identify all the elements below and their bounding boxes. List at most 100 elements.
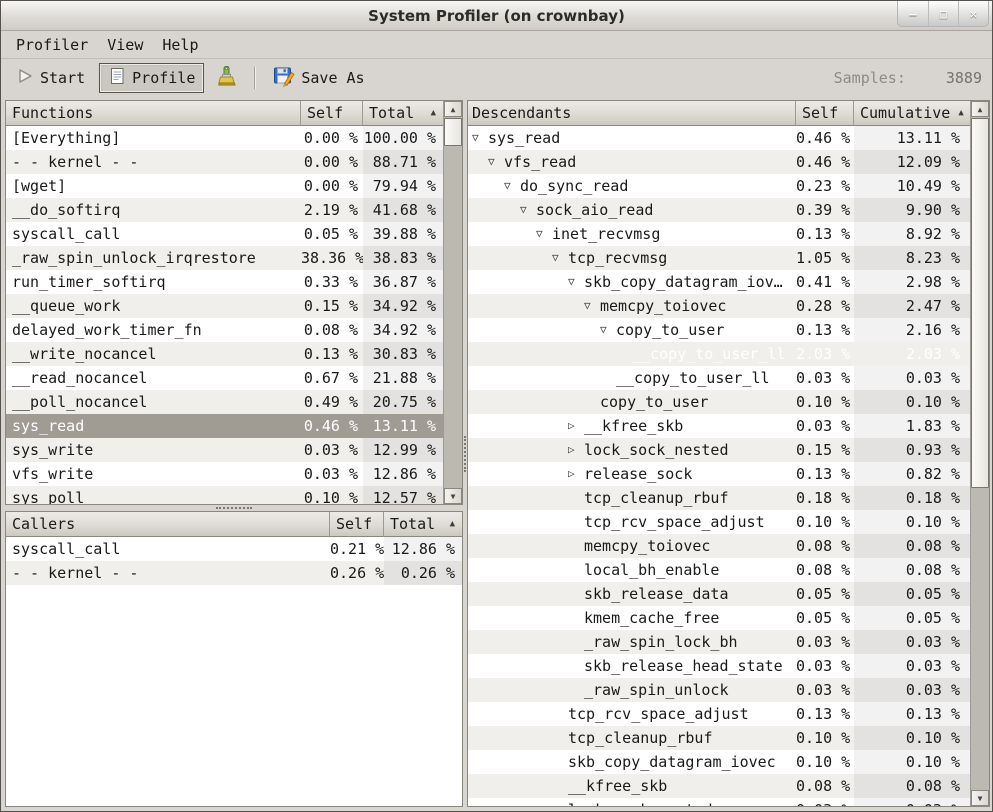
- close-button[interactable]: ✕: [958, 1, 988, 26]
- descendants-column-header[interactable]: Descendants: [468, 101, 796, 126]
- descendant-row[interactable]: tcp_cleanup_rbuf 0.18 % 0.18 %: [468, 486, 970, 510]
- functions-scrollbar[interactable]: ▲ ▼: [443, 101, 462, 504]
- descendant-row[interactable]: lock_sock_nested 0.03 % 0.03 %: [468, 798, 970, 806]
- descendant-name-cell: kmem_cache_free: [468, 606, 796, 630]
- descendant-row[interactable]: sys_read 0.46 % 13.11 %: [468, 126, 970, 150]
- descendant-name: do_sync_read: [520, 174, 628, 198]
- callers-total-column-header[interactable]: Total ▲: [384, 512, 462, 537]
- function-row[interactable]: __queue_work 0.15 % 34.92 %: [6, 294, 443, 318]
- expander-icon[interactable]: [504, 174, 520, 198]
- descendant-row[interactable]: copy_to_user 0.10 % 0.10 %: [468, 390, 970, 414]
- expander-icon[interactable]: [472, 126, 488, 150]
- descendant-row[interactable]: tcp_recvmsg 1.05 % 8.23 %: [468, 246, 970, 270]
- function-row[interactable]: sys_read 0.46 % 13.11 %: [6, 414, 443, 438]
- function-self-value: 0.46 %: [301, 414, 363, 438]
- descendants-scrollbar[interactable]: ▲ ▼: [970, 101, 989, 806]
- reset-button[interactable]: [208, 63, 244, 93]
- function-row[interactable]: vfs_write 0.03 % 12.86 %: [6, 462, 443, 486]
- function-row[interactable]: sys_write 0.03 % 12.99 %: [6, 438, 443, 462]
- expander-icon[interactable]: [568, 270, 584, 294]
- descendant-name: skb_copy_datagram_iov…: [584, 270, 783, 294]
- expander-icon[interactable]: [584, 294, 600, 318]
- descendants-self-column-header[interactable]: Self: [796, 101, 854, 126]
- functions-scrollbar-thumb[interactable]: [444, 118, 462, 146]
- vertical-splitter[interactable]: [463, 100, 467, 807]
- descendant-row[interactable]: skb_release_data 0.05 % 0.05 %: [468, 582, 970, 606]
- descendant-row[interactable]: vfs_read 0.46 % 12.09 %: [468, 150, 970, 174]
- functions-total-column-header[interactable]: Total ▲: [363, 101, 443, 126]
- descendant-row[interactable]: _raw_spin_lock_bh 0.03 % 0.03 %: [468, 630, 970, 654]
- menu-view[interactable]: View: [100, 33, 150, 57]
- menu-profiler[interactable]: Profiler: [9, 33, 95, 57]
- descendant-row[interactable]: skb_copy_datagram_iov… 0.41 % 2.98 %: [468, 270, 970, 294]
- descendant-row[interactable]: memcpy_toiovec 0.08 % 0.08 %: [468, 534, 970, 558]
- descendant-row[interactable]: skb_release_head_state 0.03 % 0.03 %: [468, 654, 970, 678]
- functions-column-header[interactable]: Functions: [6, 101, 301, 126]
- descendant-row[interactable]: do_sync_read 0.23 % 10.49 %: [468, 174, 970, 198]
- function-row[interactable]: syscall_call 0.05 % 39.88 %: [6, 222, 443, 246]
- descendant-row[interactable]: __copy_to_user_ll 0.03 % 0.03 %: [468, 366, 970, 390]
- menubar: Profiler View Help: [1, 31, 992, 59]
- save-as-button[interactable]: Save As: [264, 63, 373, 93]
- expander-icon[interactable]: [520, 198, 536, 222]
- scroll-up-icon[interactable]: ▲: [971, 101, 989, 117]
- descendants-scrollbar-thumb[interactable]: [971, 118, 989, 488]
- callers-self-column-header[interactable]: Self: [330, 512, 384, 537]
- function-row[interactable]: run_timer_softirq 0.33 % 36.87 %: [6, 270, 443, 294]
- function-row[interactable]: [Everything] 0.00 % 100.00 %: [6, 126, 443, 150]
- descendant-row[interactable]: lock_sock_nested 0.15 % 0.93 %: [468, 438, 970, 462]
- descendant-row[interactable]: skb_copy_datagram_iovec 0.10 % 0.10 %: [468, 750, 970, 774]
- function-row[interactable]: __read_nocancel 0.67 % 21.88 %: [6, 366, 443, 390]
- scroll-down-icon[interactable]: ▼: [444, 488, 462, 504]
- maximize-button[interactable]: □: [928, 1, 958, 26]
- descendant-row[interactable]: __kfree_skb 0.08 % 0.08 %: [468, 774, 970, 798]
- expander-icon[interactable]: [536, 222, 552, 246]
- descendant-row[interactable]: _raw_spin_unlock 0.03 % 0.03 %: [468, 678, 970, 702]
- descendant-row[interactable]: kmem_cache_free 0.05 % 0.05 %: [468, 606, 970, 630]
- close-icon: ✕: [970, 7, 977, 21]
- descendant-row[interactable]: __copy_to_user_ll 2.03 % 2.03 %: [468, 342, 970, 366]
- function-row[interactable]: sys_poll 0.10 % 12.57 %: [6, 486, 443, 504]
- scroll-up-icon[interactable]: ▲: [444, 101, 462, 117]
- caller-row[interactable]: syscall_call 0.21 % 12.86 %: [6, 537, 462, 561]
- start-button[interactable]: Start: [7, 63, 94, 93]
- scroll-down-icon[interactable]: ▼: [971, 790, 989, 806]
- expander-icon[interactable]: [568, 438, 584, 462]
- titlebar[interactable]: System Profiler (on crownbay) – □ ✕: [1, 1, 992, 31]
- expander-icon[interactable]: [600, 318, 616, 342]
- descendant-row[interactable]: memcpy_toiovec 0.28 % 2.47 %: [468, 294, 970, 318]
- function-row[interactable]: __poll_nocancel 0.49 % 20.75 %: [6, 390, 443, 414]
- descendant-row[interactable]: __kfree_skb 0.03 % 1.83 %: [468, 414, 970, 438]
- function-row[interactable]: delayed_work_timer_fn 0.08 % 34.92 %: [6, 318, 443, 342]
- function-row[interactable]: - - kernel - - 0.00 % 88.71 %: [6, 150, 443, 174]
- descendant-row[interactable]: sock_aio_read 0.39 % 9.90 %: [468, 198, 970, 222]
- function-row[interactable]: [wget] 0.00 % 79.94 %: [6, 174, 443, 198]
- function-row[interactable]: __write_nocancel 0.13 % 30.83 %: [6, 342, 443, 366]
- callers-column-header[interactable]: Callers: [6, 512, 330, 537]
- function-row[interactable]: _raw_spin_unlock_irqrestore 38.36 % 38.8…: [6, 246, 443, 270]
- function-total-value: 41.68 %: [363, 198, 443, 222]
- caller-row[interactable]: - - kernel - - 0.26 % 0.26 %: [6, 561, 462, 585]
- minimize-button[interactable]: –: [898, 1, 928, 26]
- descendant-row[interactable]: tcp_cleanup_rbuf 0.10 % 0.10 %: [468, 726, 970, 750]
- descendant-row[interactable]: inet_recvmsg 0.13 % 8.92 %: [468, 222, 970, 246]
- descendant-row[interactable]: local_bh_enable 0.08 % 0.08 %: [468, 558, 970, 582]
- descendant-name: __copy_to_user_ll: [616, 366, 770, 390]
- descendant-row[interactable]: tcp_rcv_space_adjust 0.10 % 0.10 %: [468, 510, 970, 534]
- descendant-row[interactable]: release_sock 0.13 % 0.82 %: [468, 462, 970, 486]
- expander-icon[interactable]: [568, 414, 584, 438]
- expander-icon[interactable]: [568, 462, 584, 486]
- menu-help[interactable]: Help: [155, 33, 205, 57]
- function-row[interactable]: __do_softirq 2.19 % 41.68 %: [6, 198, 443, 222]
- expander-icon[interactable]: [488, 150, 504, 174]
- expander-icon[interactable]: [552, 246, 568, 270]
- descendant-row[interactable]: copy_to_user 0.13 % 2.16 %: [468, 318, 970, 342]
- profile-button[interactable]: Profile: [99, 63, 204, 93]
- descendant-cumulative-value: 0.03 %: [854, 630, 970, 654]
- descendant-name-cell: tcp_rcv_space_adjust: [468, 510, 796, 534]
- descendants-cumulative-column-header[interactable]: Cumulative ▲: [854, 101, 970, 126]
- functions-self-column-header[interactable]: Self: [301, 101, 363, 126]
- horizontal-splitter[interactable]: [5, 505, 463, 511]
- descendant-cumulative-value: 0.05 %: [854, 606, 970, 630]
- descendant-row[interactable]: tcp_rcv_space_adjust 0.13 % 0.13 %: [468, 702, 970, 726]
